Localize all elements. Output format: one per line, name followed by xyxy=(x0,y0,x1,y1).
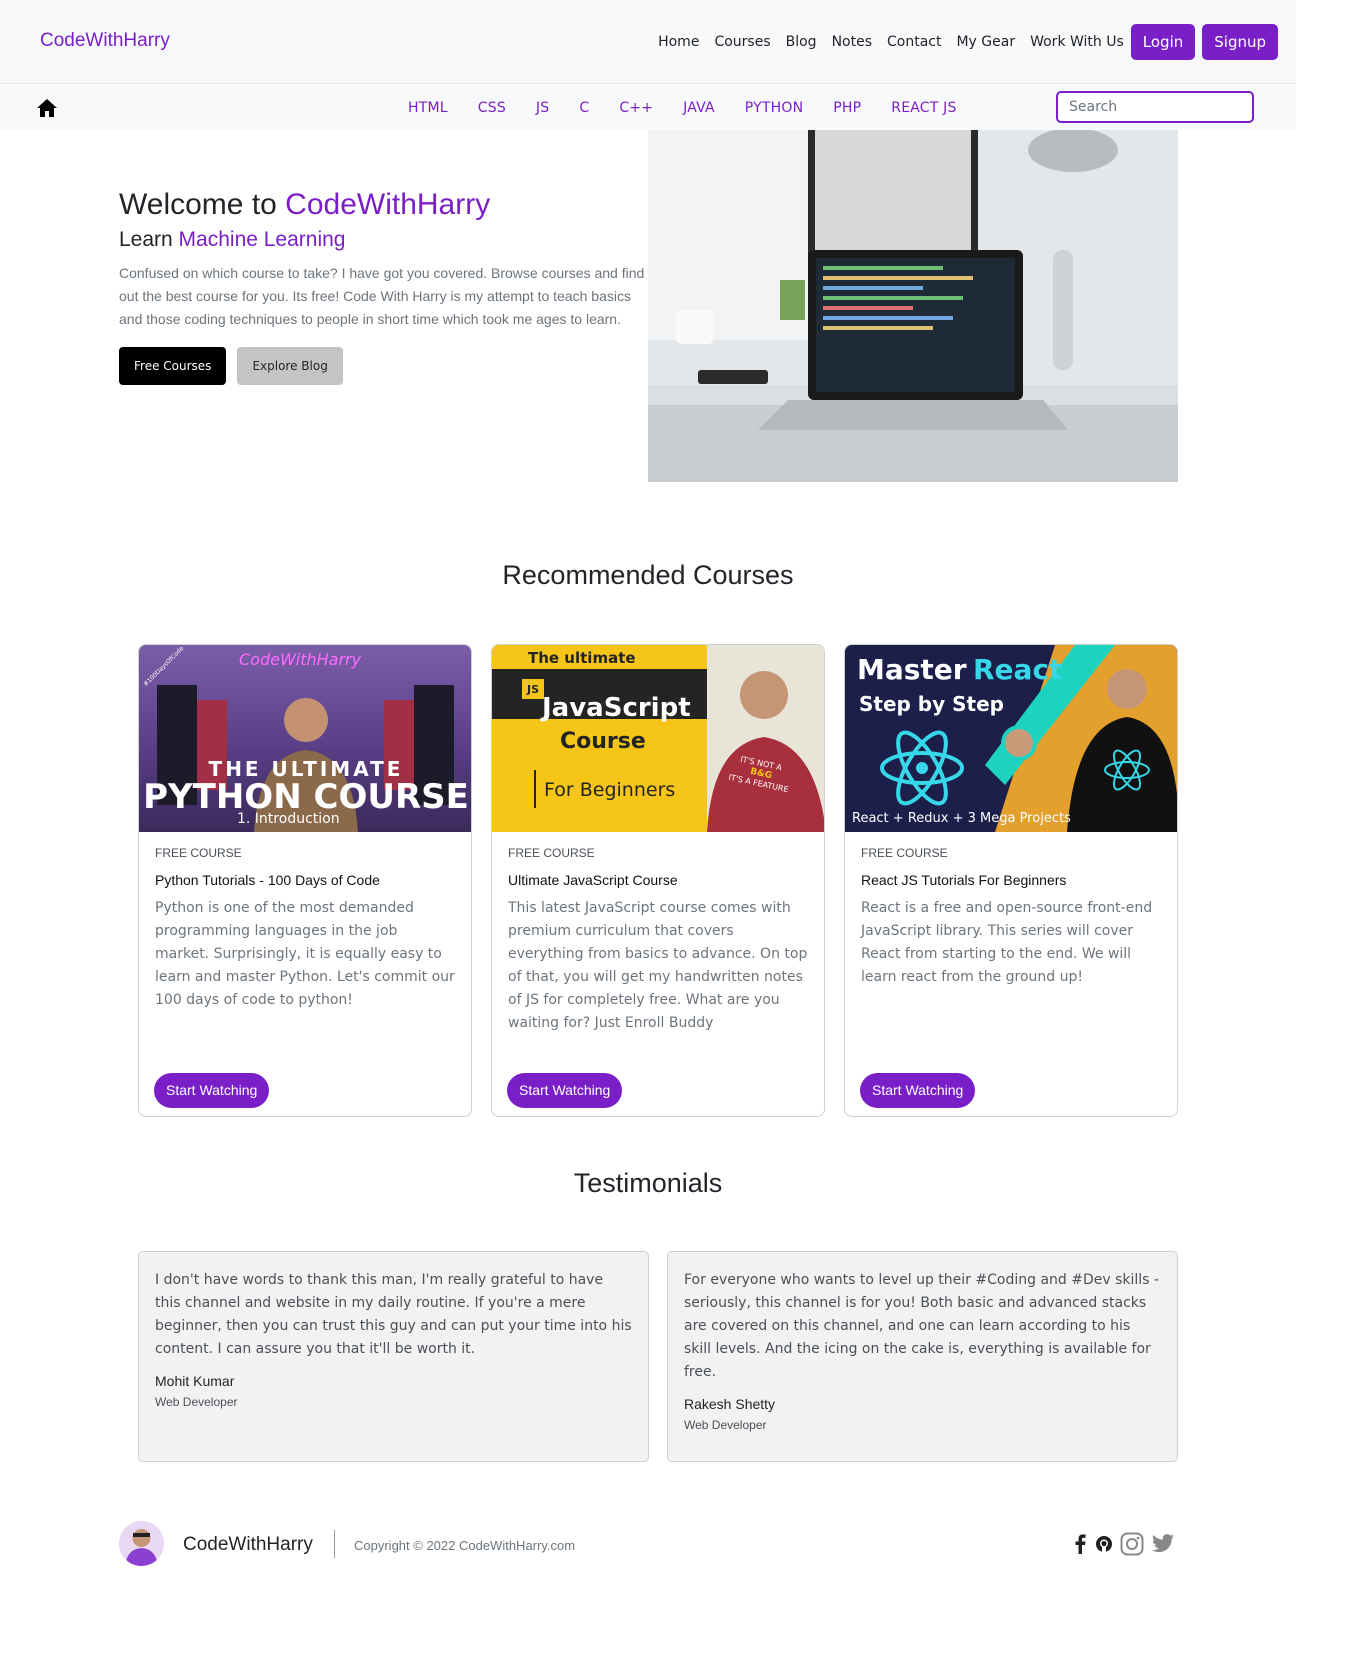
copyright-text: Copyright © 2022 CodeWithHarry.com xyxy=(354,1538,576,1553)
course-description: This latest JavaScript course comes with… xyxy=(508,900,808,1031)
testimonials-title: Testimonials xyxy=(573,1168,723,1198)
nav-contact[interactable]: Contact xyxy=(887,24,941,60)
hero-description: Confused on which course to take? I have… xyxy=(119,265,645,327)
lang-link-python[interactable]: PYTHON xyxy=(730,100,818,116)
brand-logo[interactable]: CodeWithHarry xyxy=(40,30,170,52)
nav-notes[interactable]: Notes xyxy=(832,24,872,60)
hero-title-prefix: Welcome to xyxy=(119,188,286,221)
thumb-line-0: The ultimate xyxy=(528,649,636,667)
thumb-line-3: React + Redux + 3 Mega Projects xyxy=(852,811,1071,826)
course-thumbnail-react[interactable]: Master React Step by Step React + Redux … xyxy=(845,645,1177,832)
language-links: HTML CSS JS C C++ JAVA PYTHON PHP REACT … xyxy=(393,85,972,130)
footer: CodeWithHarry Copyright © 2022 CodeWithH… xyxy=(0,1510,1296,1568)
search-input[interactable] xyxy=(1056,91,1254,123)
lang-link-react-js[interactable]: REACT JS xyxy=(876,100,971,116)
course-card-body: Free Course React JS Tutorials For Begin… xyxy=(845,832,1177,1003)
nav-work-with-us[interactable]: Work With Us xyxy=(1030,24,1124,60)
hero-title: Welcome to CodeWithHarry xyxy=(119,188,649,222)
thumb-line-3: Course xyxy=(560,729,646,754)
social-links xyxy=(1072,1532,1182,1560)
thumb-hashtag: #100DaysOfCode xyxy=(142,645,186,688)
testimonial-text: For everyone who wants to level up their… xyxy=(684,1272,1159,1380)
lang-link-php[interactable]: PHP xyxy=(818,100,876,116)
twitter-icon[interactable] xyxy=(1151,1534,1175,1558)
language-nav: HTML CSS JS C C++ JAVA PYTHON PHP REACT … xyxy=(0,85,1296,130)
course-type: Free Course xyxy=(861,846,948,860)
start-watching-button[interactable]: Start Watching xyxy=(507,1073,623,1108)
nav-blog[interactable]: Blog xyxy=(786,24,817,60)
main-nav: Home Courses Blog Notes Contact My Gear … xyxy=(658,24,1278,60)
course-type: Free Course xyxy=(508,846,595,860)
testimonial-author: Rakesh Shetty xyxy=(684,1396,776,1412)
lang-link-c[interactable]: C xyxy=(564,100,604,116)
hero-section: Welcome to CodeWithHarry Learn Machine L… xyxy=(119,188,649,385)
course-thumbnail-javascript[interactable]: The ultimate JS JavaScript Course For Be… xyxy=(492,645,824,832)
hero-subtitle-prefix: Learn xyxy=(119,228,179,251)
thumb-line-3: 1. Introduction xyxy=(237,811,340,827)
lang-link-js[interactable]: JS xyxy=(521,100,564,116)
thumb-line-1: React xyxy=(973,653,1063,686)
thumb-line-4: For Beginners xyxy=(544,779,676,801)
lang-link-css[interactable]: CSS xyxy=(463,100,521,116)
course-description: React is a free and open-source front-en… xyxy=(861,900,1153,985)
course-type: Free Course xyxy=(155,846,242,860)
hero-subtitle-accent: Machine Learning xyxy=(178,228,346,251)
thumb-js-badge: JS xyxy=(522,679,544,699)
testimonial-role: Web Developer xyxy=(684,1418,767,1432)
course-card-react: Master React Step by Step React + Redux … xyxy=(844,644,1178,1117)
thumb-line-0: Master xyxy=(857,653,967,686)
thumb-line-2: JavaScript xyxy=(542,693,691,723)
footer-divider xyxy=(334,1530,335,1558)
hero-title-accent: CodeWithHarry xyxy=(285,188,491,221)
course-title: Python Tutorials - 100 Days of Code xyxy=(155,872,380,888)
top-navbar: CodeWithHarry Home Courses Blog Notes Co… xyxy=(0,0,1296,84)
home-icon[interactable] xyxy=(36,98,58,118)
testimonial-text: I don't have words to thank this man, I'… xyxy=(155,1272,632,1357)
testimonial-card: I don't have words to thank this man, I'… xyxy=(138,1251,649,1462)
testimonial-role: Web Developer xyxy=(155,1395,238,1409)
thumb-line-2: Step by Step xyxy=(859,692,1004,716)
login-button[interactable]: Login xyxy=(1130,24,1196,60)
course-card-body: Free Course Python Tutorials - 100 Days … xyxy=(139,832,471,1026)
github-icon[interactable] xyxy=(1095,1535,1113,1557)
signup-button[interactable]: Signup xyxy=(1202,24,1278,60)
hero-buttons: Free Courses Explore Blog xyxy=(119,347,649,385)
hero-subtitle: Learn Machine Learning xyxy=(119,228,649,252)
course-title: Ultimate JavaScript Course xyxy=(508,872,678,888)
lang-link-cpp[interactable]: C++ xyxy=(604,100,668,116)
testimonial-author: Mohit Kumar xyxy=(155,1373,235,1389)
facebook-icon[interactable] xyxy=(1072,1534,1088,1558)
course-card-python: CodeWithHarry THE ULTIMATE PYTHON COURSE… xyxy=(138,644,472,1117)
course-card-body: Free Course Ultimate JavaScript Course T… xyxy=(492,832,824,1049)
free-courses-button[interactable]: Free Courses xyxy=(119,347,227,385)
testimonial-card: For everyone who wants to level up their… xyxy=(667,1251,1178,1462)
avatar[interactable] xyxy=(119,1521,164,1566)
course-title: React JS Tutorials For Beginners xyxy=(861,872,1067,888)
course-card-javascript: The ultimate JS JavaScript Course For Be… xyxy=(491,644,825,1117)
course-thumbnail-python[interactable]: CodeWithHarry THE ULTIMATE PYTHON COURSE… xyxy=(139,645,471,832)
lang-link-html[interactable]: HTML xyxy=(393,100,463,116)
nav-courses[interactable]: Courses xyxy=(714,24,770,60)
thumb-neon-text: CodeWithHarry xyxy=(239,650,362,669)
hero-laptop-image xyxy=(648,130,1178,482)
nav-home[interactable]: Home xyxy=(658,24,699,60)
start-watching-button[interactable]: Start Watching xyxy=(154,1073,270,1108)
lang-link-java[interactable]: JAVA xyxy=(668,100,730,116)
explore-blog-button[interactable]: Explore Blog xyxy=(237,347,343,385)
nav-my-gear[interactable]: My Gear xyxy=(956,24,1015,60)
footer-brand[interactable]: CodeWithHarry xyxy=(183,1534,313,1556)
instagram-icon[interactable] xyxy=(1120,1532,1144,1560)
start-watching-button[interactable]: Start Watching xyxy=(860,1073,976,1108)
course-description: Python is one of the most demanded progr… xyxy=(155,900,455,1008)
recommended-courses-title: Recommended Courses xyxy=(502,560,794,590)
